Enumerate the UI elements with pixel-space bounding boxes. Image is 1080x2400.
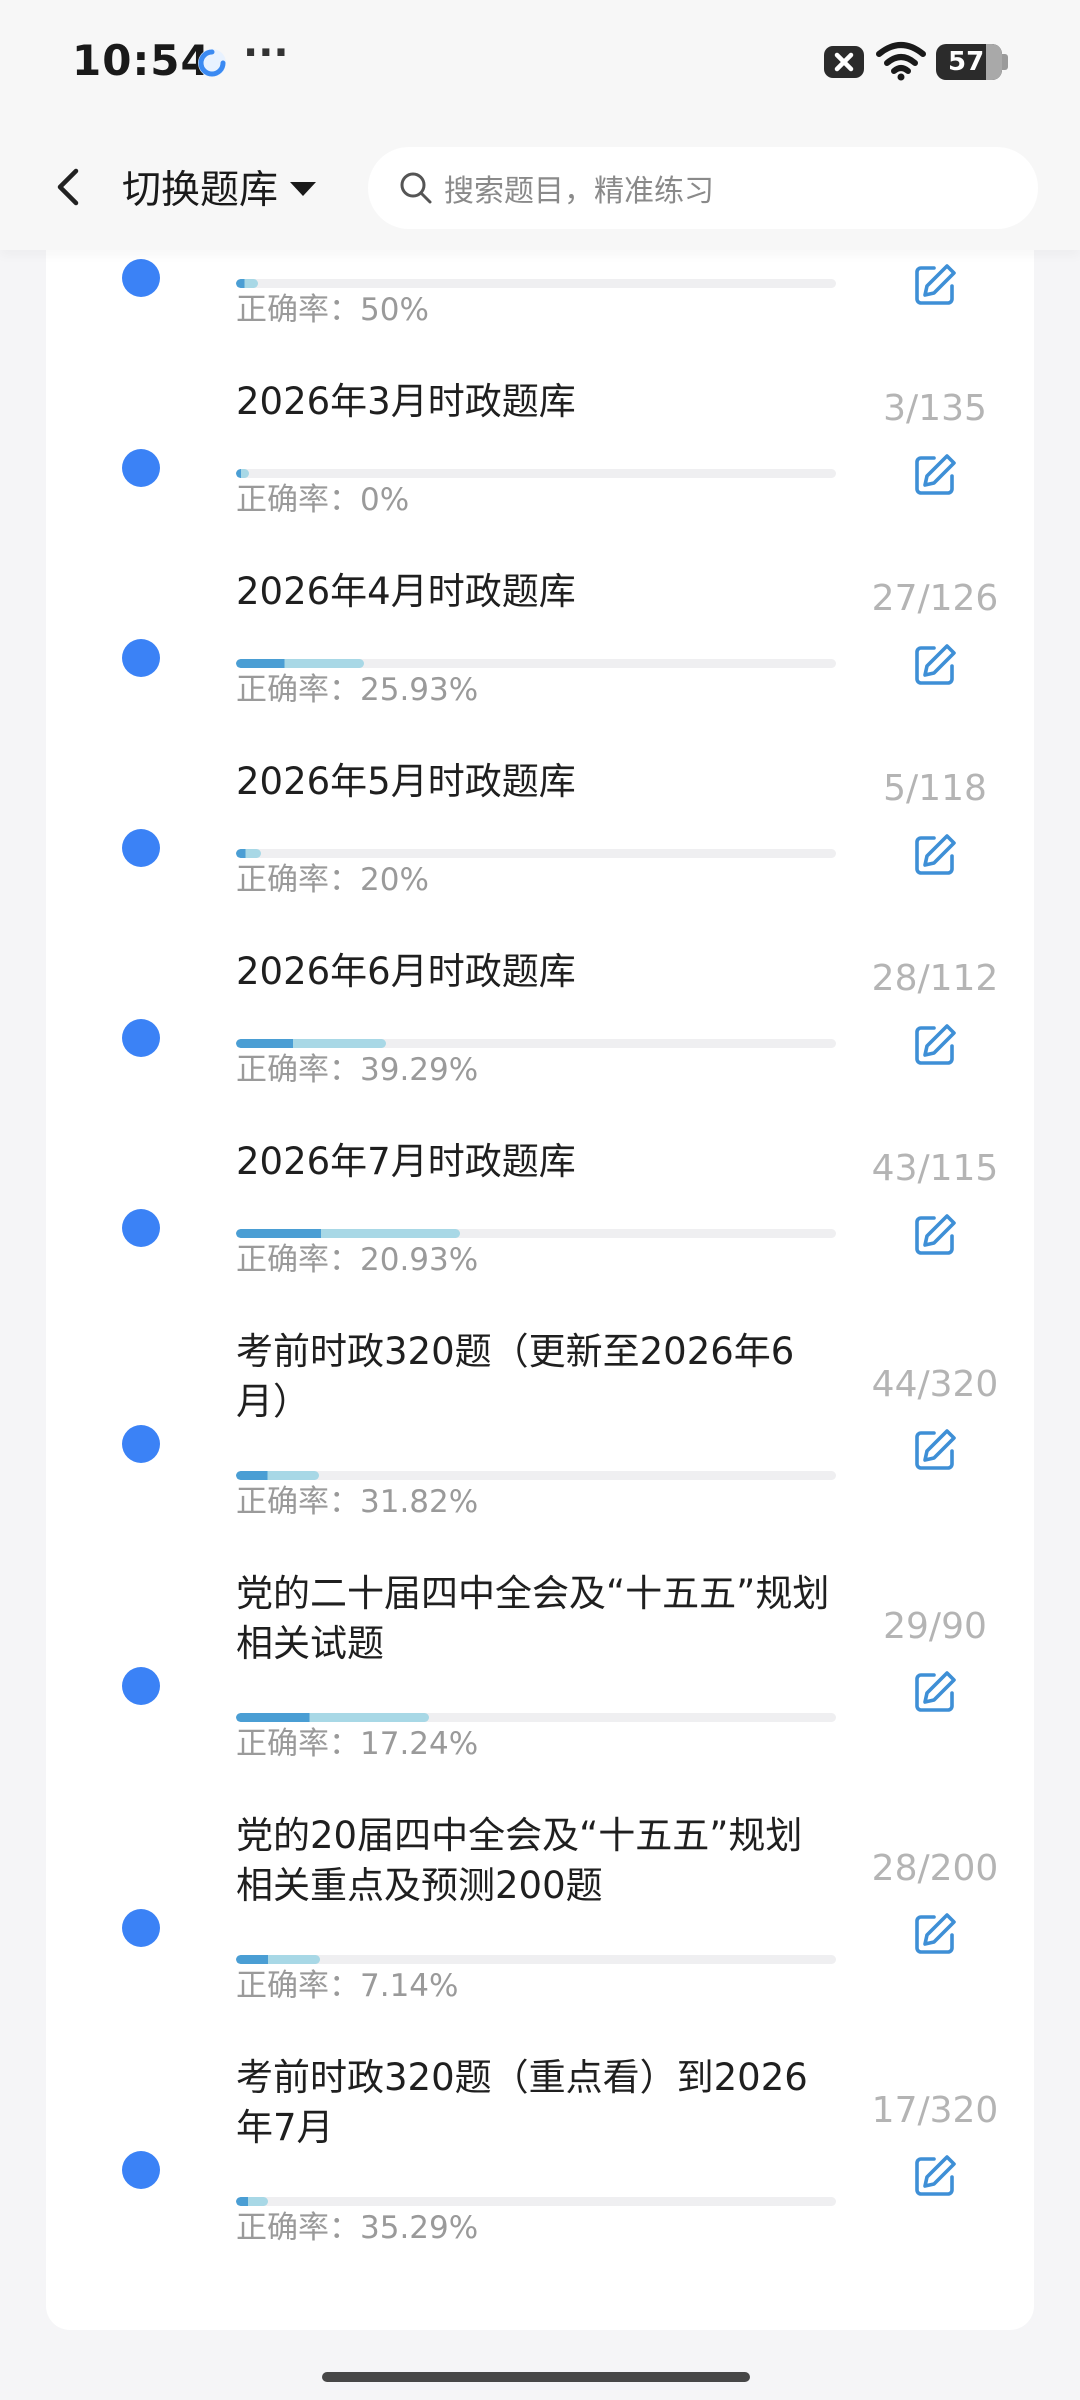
- accuracy-value: 17.24%: [360, 1726, 479, 1762]
- item-title: 2026年6月时政题库: [236, 950, 576, 993]
- accuracy-rate: 正确率：20.93%: [236, 1234, 478, 1279]
- progress-count: 5/118: [883, 768, 987, 809]
- progress-count: 27/126: [871, 578, 999, 619]
- accuracy-label: 正确率：: [236, 862, 360, 898]
- battery-empty-segment: [986, 44, 1002, 80]
- battery-level: 57: [948, 47, 985, 77]
- item-title: 2026年4月时政题库: [236, 570, 576, 613]
- back-icon[interactable]: [42, 159, 98, 215]
- edit-icon[interactable]: [912, 1212, 958, 1258]
- accuracy-label: 正确率：: [236, 1052, 360, 1088]
- search-placeholder: 搜索题目，精准练习: [444, 174, 714, 209]
- accuracy-rate: 正确率：35.29%: [236, 2202, 478, 2247]
- accuracy-rate: 正确率：50%: [236, 284, 429, 329]
- question-bank-card: [46, 200, 1034, 2330]
- accuracy-label: 正确率：: [236, 2210, 360, 2246]
- status-time: 10:54: [72, 36, 211, 85]
- edit-icon[interactable]: [912, 2153, 958, 2199]
- accuracy-label: 正确率：: [236, 482, 360, 518]
- accuracy-value: 50%: [360, 292, 429, 328]
- accuracy-value: 39.29%: [360, 1052, 479, 1088]
- progress-count: 43/115: [871, 1148, 999, 1189]
- accuracy-rate: 正确率：0%: [236, 474, 409, 519]
- item-title: 2026年7月时政题库: [236, 1140, 576, 1183]
- accuracy-label: 正确率：: [236, 1968, 360, 2004]
- battery-icon: 57: [936, 44, 1008, 80]
- item-title: 2026年3月时政题库: [236, 380, 576, 423]
- accuracy-label: 正确率：: [236, 292, 360, 328]
- status-dot: [122, 1019, 160, 1057]
- accuracy-rate: 正确率：17.24%: [236, 1718, 478, 1763]
- caret-down-icon: [290, 182, 317, 196]
- status-dot: [122, 829, 160, 867]
- edit-icon[interactable]: [912, 1022, 958, 1068]
- accuracy-value: 20%: [360, 862, 429, 898]
- item-title: 党的二十届四中全会及“十五五”规划相关试题: [236, 1572, 830, 1665]
- item-title: 考前时政320题（重点看）到2026年7月: [236, 2056, 808, 2149]
- edit-icon[interactable]: [912, 1669, 958, 1715]
- home-indicator[interactable]: [322, 2372, 750, 2382]
- status-dot: [122, 1667, 160, 1705]
- accuracy-value: 7.14%: [360, 1968, 459, 2004]
- search-input[interactable]: 搜索题目，精准练习: [368, 147, 1038, 229]
- top-nav: 切换题库 搜索题目，精准练习: [0, 125, 1080, 250]
- edit-icon[interactable]: [912, 452, 958, 498]
- item-title: 考前时政320题（更新至2026年6月）: [236, 1330, 795, 1423]
- accuracy-value: 31.82%: [360, 1484, 479, 1520]
- item-title: 2026年5月时政题库: [236, 760, 576, 803]
- accuracy-label: 正确率：: [236, 1242, 360, 1278]
- edit-icon[interactable]: [912, 1911, 958, 1957]
- status-dot: [122, 449, 160, 487]
- notification-off-icon: [824, 46, 864, 78]
- status-dot: [122, 2151, 160, 2189]
- accuracy-value: 25.93%: [360, 672, 479, 708]
- accuracy-label: 正确率：: [236, 672, 360, 708]
- progress-count: 29/90: [883, 1606, 987, 1647]
- progress-count: 28/112: [871, 958, 999, 999]
- status-dot: [122, 1425, 160, 1463]
- accuracy-rate: 正确率：31.82%: [236, 1476, 478, 1521]
- progress-count: 28/200: [871, 1848, 999, 1889]
- edit-icon[interactable]: [912, 1427, 958, 1473]
- accuracy-rate: 正确率：39.29%: [236, 1044, 478, 1089]
- status-more: ···: [243, 30, 289, 76]
- status-dot: [122, 1209, 160, 1247]
- item-title: 党的20届四中全会及“十五五”规划相关重点及预测200题: [236, 1814, 803, 1907]
- progress-count: 17/320: [871, 2090, 999, 2131]
- progress-count: 44/320: [871, 1364, 999, 1405]
- edit-icon[interactable]: [912, 642, 958, 688]
- switch-bank-dropdown[interactable]: 切换题库: [122, 157, 317, 217]
- accuracy-label: 正确率：: [236, 1484, 360, 1520]
- switch-bank-label: 切换题库: [122, 168, 279, 213]
- app-badge-icon: [198, 49, 226, 77]
- edit-icon[interactable]: [912, 262, 958, 308]
- status-dot: [122, 259, 160, 297]
- search-icon: [400, 172, 432, 204]
- accuracy-rate: 正确率：20%: [236, 854, 429, 899]
- progress-count: 3/135: [883, 388, 987, 429]
- status-bar: 10:54 ··· 57: [0, 0, 1080, 125]
- accuracy-label: 正确率：: [236, 1726, 360, 1762]
- status-dot: [122, 1909, 160, 1947]
- accuracy-value: 0%: [360, 482, 410, 518]
- status-dot: [122, 639, 160, 677]
- accuracy-rate: 正确率：25.93%: [236, 664, 478, 709]
- edit-icon[interactable]: [912, 832, 958, 878]
- accuracy-value: 35.29%: [360, 2210, 479, 2246]
- accuracy-value: 20.93%: [360, 1242, 479, 1278]
- accuracy-rate: 正确率：7.14%: [236, 1960, 458, 2005]
- wifi-icon: [876, 42, 926, 81]
